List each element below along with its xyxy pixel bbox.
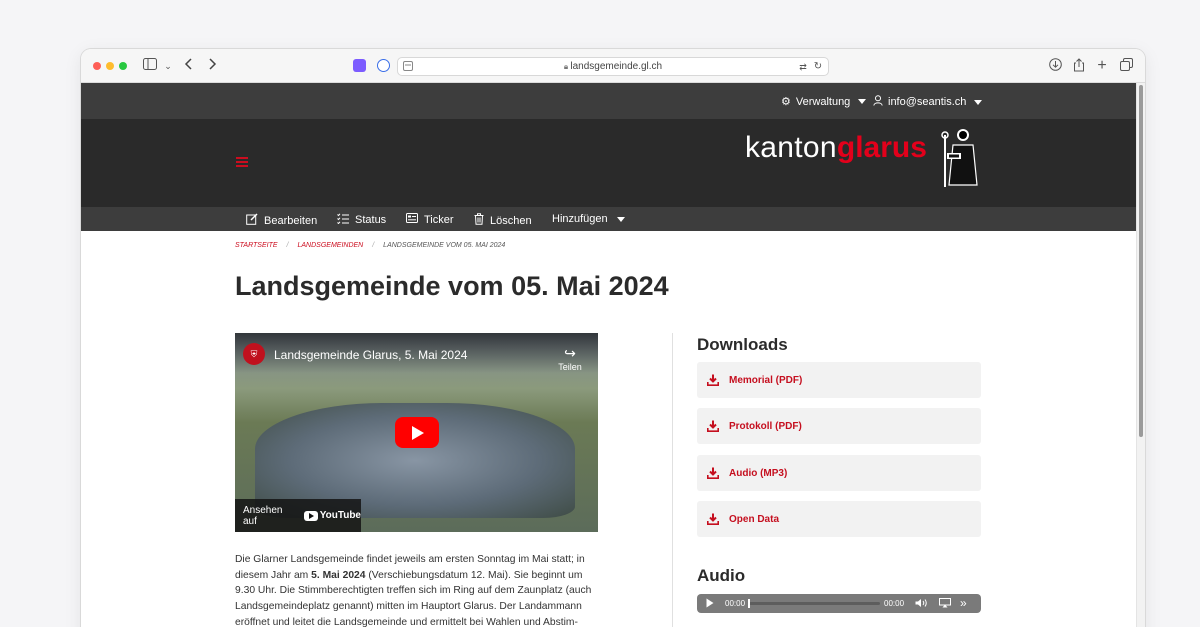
ticker-icon bbox=[406, 213, 418, 226]
user-menu[interactable]: info@seantis.ch bbox=[873, 95, 983, 109]
video-play-button[interactable] bbox=[395, 417, 439, 448]
download-icon bbox=[707, 467, 719, 479]
chevron-down-icon[interactable]: ⌄ bbox=[160, 58, 176, 74]
site-header: kantonglarus bbox=[81, 119, 1136, 207]
user-icon bbox=[873, 95, 883, 109]
video-share-button[interactable]: ↪ Teilen bbox=[555, 345, 585, 372]
watch-on-label: Ansehen auf bbox=[243, 504, 283, 527]
add-dropdown-label: Hinzufügen bbox=[552, 213, 608, 225]
sidebar-icon[interactable] bbox=[142, 58, 158, 74]
translate-icon[interactable]: ⇄ bbox=[796, 59, 810, 73]
audio-progress-knob[interactable] bbox=[748, 599, 750, 608]
audio-current-time: 00:00 bbox=[725, 599, 746, 608]
column-divider bbox=[672, 333, 673, 627]
add-dropdown[interactable]: Hinzufügen bbox=[552, 213, 625, 225]
edit-action-label: Bearbeiten bbox=[264, 214, 318, 227]
address-bar[interactable]: 🔒︎ landsgemeinde.gl.ch ⇄ ↻ bbox=[397, 57, 829, 76]
tabs-overview-icon[interactable] bbox=[1118, 58, 1134, 74]
logo-text-kanton: kanton bbox=[745, 131, 837, 164]
extension-icon[interactable] bbox=[353, 59, 366, 72]
page-title: Landsgemeinde vom 05. Mai 2024 bbox=[235, 271, 669, 301]
gear-icon: ⚙ bbox=[781, 96, 791, 108]
page-scrollbar[interactable] bbox=[1136, 83, 1145, 627]
download-icon bbox=[707, 374, 719, 386]
browser-toolbar: ⌄ 🔒︎ landsgemeinde.gl.ch ⇄ ↻ + bbox=[81, 49, 1145, 83]
status-action[interactable]: Status bbox=[337, 213, 386, 227]
status-action-label: Status bbox=[355, 214, 387, 226]
ticker-action[interactable]: Ticker bbox=[406, 213, 454, 226]
reload-icon[interactable]: ↻ bbox=[811, 59, 825, 73]
admin-action-bar: Bearbeiten Status Ticker Löschen Hinzufü… bbox=[81, 207, 1136, 231]
logo-text-glarus: glarus bbox=[836, 131, 927, 164]
trash-icon bbox=[474, 213, 484, 228]
forward-icon[interactable] bbox=[204, 58, 220, 74]
video-share-label: Teilen bbox=[558, 362, 582, 372]
edit-action[interactable]: Bearbeiten bbox=[246, 213, 317, 228]
audio-heading: Audio bbox=[697, 566, 746, 585]
fridolin-emblem-icon bbox=[941, 127, 979, 194]
ticker-action-label: Ticker bbox=[424, 213, 454, 226]
youtube-video-embed[interactable]: ⛨ Landsgemeinde Glarus, 5. Mai 2024 ↪ Te… bbox=[235, 333, 598, 532]
download-audio-button[interactable]: Audio (MP3) bbox=[697, 455, 981, 491]
browser-window: ⌄ 🔒︎ landsgemeinde.gl.ch ⇄ ↻ + ⚙ Verwalt… bbox=[81, 49, 1145, 627]
breadcrumb-home-link[interactable]: Startseite bbox=[235, 242, 278, 249]
audio-duration: 00:00 bbox=[884, 599, 905, 608]
url-label: landsgemeinde.gl.ch bbox=[570, 61, 663, 72]
airplay-icon[interactable] bbox=[939, 598, 951, 610]
caret-down-icon bbox=[974, 99, 983, 105]
intro-paragraph: Die Glarner Landsgemeinde findet jeweils… bbox=[235, 552, 600, 627]
volume-icon[interactable] bbox=[915, 598, 928, 610]
breadcrumb: Startseite / Landsgemeinden / Landsgemei… bbox=[235, 242, 505, 249]
admin-menu-label: Verwaltung bbox=[795, 95, 851, 108]
channel-avatar[interactable]: ⛨ bbox=[243, 343, 265, 365]
audio-player: 00:00 00:00 » bbox=[697, 594, 981, 613]
audio-progress-slider[interactable] bbox=[748, 599, 880, 608]
breadcrumb-separator: / bbox=[372, 242, 375, 249]
delete-action[interactable]: Löschen bbox=[474, 213, 532, 228]
hamburger-menu-icon[interactable] bbox=[236, 157, 248, 167]
share-arrow-icon: ↪ bbox=[564, 345, 576, 361]
caret-down-icon bbox=[616, 216, 625, 222]
intro-date: 5. Mai 2024 bbox=[311, 569, 366, 581]
download-protokoll-button[interactable]: Protokoll (PDF) bbox=[697, 408, 981, 444]
download-memorial-label: Memorial (PDF) bbox=[729, 374, 803, 386]
list-check-icon bbox=[337, 213, 349, 227]
info-extension-icon[interactable] bbox=[377, 59, 390, 72]
caret-down-icon bbox=[858, 99, 867, 104]
watch-on-youtube-button[interactable]: Ansehen auf YouTube bbox=[235, 499, 361, 532]
url-text: 🔒︎ landsgemeinde.gl.ch bbox=[398, 61, 828, 72]
downloads-heading: Downloads bbox=[697, 335, 788, 354]
download-audio-label: Audio (MP3) bbox=[729, 467, 788, 479]
download-icon bbox=[707, 513, 719, 525]
new-tab-icon[interactable]: + bbox=[1094, 58, 1110, 74]
youtube-play-icon bbox=[303, 510, 318, 521]
site-topbar: ⚙ Verwaltung info@seantis.ch bbox=[81, 83, 1136, 119]
breadcrumb-landsgemeinden-link[interactable]: Landsgemeinden bbox=[297, 242, 363, 249]
play-icon[interactable] bbox=[706, 598, 714, 610]
delete-action-label: Löschen bbox=[490, 214, 532, 227]
download-icon[interactable] bbox=[1047, 58, 1063, 74]
breadcrumb-separator: / bbox=[286, 242, 289, 249]
fast-forward-icon[interactable]: » bbox=[960, 596, 967, 610]
download-memorial-button[interactable]: Memorial (PDF) bbox=[697, 362, 981, 398]
youtube-wordmark: YouTube bbox=[319, 510, 361, 521]
share-icon[interactable] bbox=[1071, 58, 1087, 74]
minimize-window-button[interactable] bbox=[106, 62, 114, 70]
youtube-logo: YouTube bbox=[303, 510, 361, 521]
edit-icon bbox=[246, 213, 258, 228]
admin-menu[interactable]: ⚙ Verwaltung bbox=[781, 95, 867, 108]
download-icon bbox=[707, 420, 719, 432]
video-title[interactable]: Landsgemeinde Glarus, 5. Mai 2024 bbox=[274, 348, 467, 362]
breadcrumb-current: Landsgemeinde vom 05. Mai 2024 bbox=[383, 242, 506, 249]
close-window-button[interactable] bbox=[93, 62, 101, 70]
download-open-data-button[interactable]: Open Data bbox=[697, 501, 981, 537]
kanton-glarus-logo[interactable]: kantonglarus bbox=[745, 129, 979, 194]
user-menu-label: info@seantis.ch bbox=[888, 96, 967, 108]
scrollbar-thumb[interactable] bbox=[1139, 85, 1143, 437]
download-open-data-label: Open Data bbox=[729, 513, 780, 525]
back-icon[interactable] bbox=[181, 58, 197, 74]
download-protokoll-label: Protokoll (PDF) bbox=[729, 420, 802, 432]
zoom-window-button[interactable] bbox=[119, 62, 127, 70]
